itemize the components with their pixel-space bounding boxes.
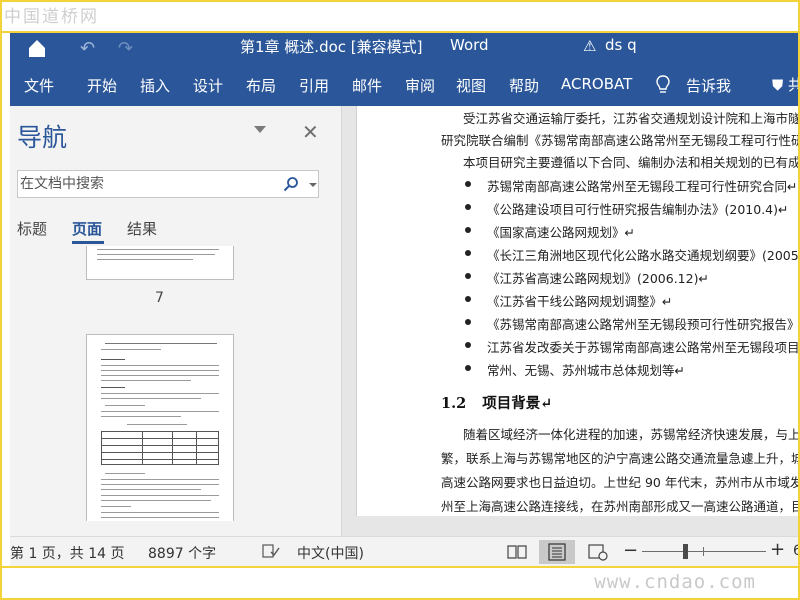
- bullet-item: 《长江三角洲地区现代化公路水路交通规划纲要》(2005.3): [487, 248, 800, 263]
- bullet-marker: [465, 296, 471, 302]
- bottom-margin: www.cndao.com: [0, 566, 800, 600]
- bullet-item: 《苏锡常南部高速公路常州至无锡段预可行性研究报告》(2: [487, 317, 800, 332]
- doc-paragraph-line: 随着区域经济一体化进程的加速，苏锡常经济快速发展，与上海: [463, 427, 800, 442]
- web-layout-icon: [588, 544, 608, 561]
- read-mode-button[interactable]: [499, 540, 535, 564]
- web-layout-button[interactable]: [579, 540, 615, 564]
- active-tab-indicator: [72, 241, 104, 244]
- heading-number: 1.2: [441, 395, 467, 412]
- undo-icon[interactable]: ↶: [80, 38, 95, 59]
- tab-layout[interactable]: 布局: [246, 75, 276, 96]
- home-icon[interactable]: [26, 37, 48, 59]
- read-mode-icon: [507, 545, 527, 559]
- watermark-banner: 中国道桥网: [0, 0, 800, 33]
- watermark-top: 中国道桥网: [4, 7, 99, 27]
- tab-help[interactable]: 帮助: [509, 75, 539, 96]
- tab-review[interactable]: 审阅: [405, 75, 435, 96]
- doc-paragraph-line: 研究院联合编制《苏锡常南部高速公路常州至无锡段工程可行性研究: [441, 133, 800, 148]
- user-name[interactable]: ds q: [605, 36, 637, 54]
- tab-references[interactable]: 引用: [299, 75, 329, 96]
- zoom-out-button[interactable]: −: [623, 540, 638, 561]
- tab-pages[interactable]: 页面: [72, 218, 102, 239]
- bullet-item: 苏锡常南部高速公路常州至无锡段工程可行性研究合同↵: [487, 179, 798, 194]
- nav-title: 导航: [17, 123, 68, 152]
- bullet-marker: [465, 181, 471, 187]
- bullet-marker: [465, 227, 471, 233]
- bullet-marker: [465, 365, 471, 371]
- nav-search-box: [17, 170, 319, 198]
- doc-paragraph-line: 繁，联系上海与苏锡常地区的沪宁高速公路交通流量急遽上升，城市: [441, 451, 800, 466]
- page-thumbnail-8[interactable]: [86, 334, 234, 521]
- bullet-item: 《国家高速公路网规划》↵: [487, 225, 635, 240]
- bullet-item: 常州、无锡、苏州城市总体规划等↵: [487, 363, 685, 378]
- zoom-slider[interactable]: [642, 551, 766, 552]
- zoom-slider-thumb[interactable]: [683, 544, 689, 559]
- word-count[interactable]: 8897 个字: [148, 543, 216, 563]
- language-status[interactable]: 中文(中国): [297, 543, 364, 563]
- search-options-chevron-icon[interactable]: [309, 183, 317, 187]
- title-bar: ↶ ↷ 第1章 概述.doc [兼容模式] Word ⚠ ds q: [10, 33, 800, 63]
- page-thumbnail-7[interactable]: [86, 246, 234, 280]
- bullet-item: 《公路建设项目可行性研究报告编制办法》(2010.4)↵: [487, 202, 789, 217]
- section-heading: 1.2 项目背景↵: [441, 392, 552, 413]
- page-count[interactable]: 第 1 页，共 14 页: [10, 543, 125, 563]
- nav-options-chevron-icon[interactable]: [254, 126, 266, 133]
- share-button[interactable]: ⛊ 共享: [772, 74, 800, 95]
- tab-design[interactable]: 设计: [193, 75, 223, 96]
- heading-text: 项目背景↵: [482, 395, 553, 412]
- print-layout-button[interactable]: [539, 540, 575, 564]
- proofing-icon[interactable]: [262, 543, 280, 559]
- thumbnail-table: [101, 431, 219, 465]
- tab-home[interactable]: 开始: [87, 75, 117, 96]
- bullet-item: 江苏省发改委关于苏锡常南部高速公路常州至无锡段项目建: [487, 340, 800, 355]
- search-icon[interactable]: [283, 176, 299, 192]
- tab-view[interactable]: 视图: [456, 75, 486, 96]
- bullet-marker: [465, 204, 471, 210]
- document-title: 第1章 概述.doc [兼容模式]: [240, 38, 423, 56]
- page-thumbnails: 7: [10, 246, 340, 521]
- ribbon-tabs: 文件 开始 插入 设计 布局 引用 邮件 审阅 视图 帮助 ACROBAT 告诉…: [10, 63, 800, 106]
- bullet-item: 《江苏省高速公路网规划》(2006.12)↵: [487, 271, 709, 286]
- lightbulb-icon[interactable]: [655, 74, 671, 96]
- bullet-marker: [465, 250, 471, 256]
- tab-headings[interactable]: 标题: [17, 218, 47, 239]
- tab-insert[interactable]: 插入: [140, 75, 170, 96]
- watermark-bottom: www.cndao.com: [594, 571, 756, 593]
- bullet-item: 《江苏省干线公路网规划调整》↵: [487, 294, 673, 309]
- zoom-percent[interactable]: 6: [793, 543, 800, 559]
- status-bar: 第 1 页，共 14 页 8897 个字 中文(中国) − + 6: [10, 536, 800, 566]
- doc-paragraph-line: 受江苏省交通运输厅委托，江苏省交通规划设计院和上海市隧道: [463, 111, 800, 126]
- doc-paragraph-line: 高速公路网要求也日益迫切。上世纪 90 年代末，苏州市从市域发展: [441, 475, 800, 490]
- bullet-marker: [465, 273, 471, 279]
- share-label: 共享: [788, 76, 800, 94]
- warning-icon: ⚠: [583, 37, 597, 55]
- zoom-center-tick: [703, 547, 704, 556]
- zoom-in-button[interactable]: +: [770, 539, 785, 560]
- doc-paragraph-line: 州至上海高速公路连接线，在苏州南部形成又一高速公路通道，目前: [441, 499, 800, 514]
- bullet-marker: [465, 342, 471, 348]
- tell-me-search[interactable]: 告诉我: [686, 75, 731, 96]
- redo-icon[interactable]: ↷: [118, 38, 133, 59]
- share-icon: ⛊: [772, 76, 784, 94]
- doc-paragraph-line: 本项目研究主要遵循以下合同、编制办法和相关规划的已有成果: [463, 155, 800, 170]
- search-input[interactable]: [20, 173, 270, 195]
- tab-mailings[interactable]: 邮件: [352, 75, 382, 96]
- tab-acrobat[interactable]: ACROBAT: [561, 75, 632, 93]
- close-icon[interactable]: ✕: [302, 120, 319, 144]
- document-area: 受江苏省交通运输厅委托，江苏省交通规划设计院和上海市隧道 研究院联合编制《苏锡常…: [342, 106, 800, 536]
- document-page[interactable]: 受江苏省交通运输厅委托，江苏省交通规划设计院和上海市隧道 研究院联合编制《苏锡常…: [356, 106, 800, 516]
- tab-file[interactable]: 文件: [24, 75, 54, 96]
- page-number-label: 7: [155, 290, 164, 306]
- tab-results[interactable]: 结果: [127, 218, 157, 239]
- app-name: Word: [450, 36, 489, 54]
- print-layout-icon: [548, 543, 566, 561]
- bullet-marker: [465, 319, 471, 325]
- navigation-pane: 导航 ✕ 标题 页面 结果 7: [10, 106, 352, 536]
